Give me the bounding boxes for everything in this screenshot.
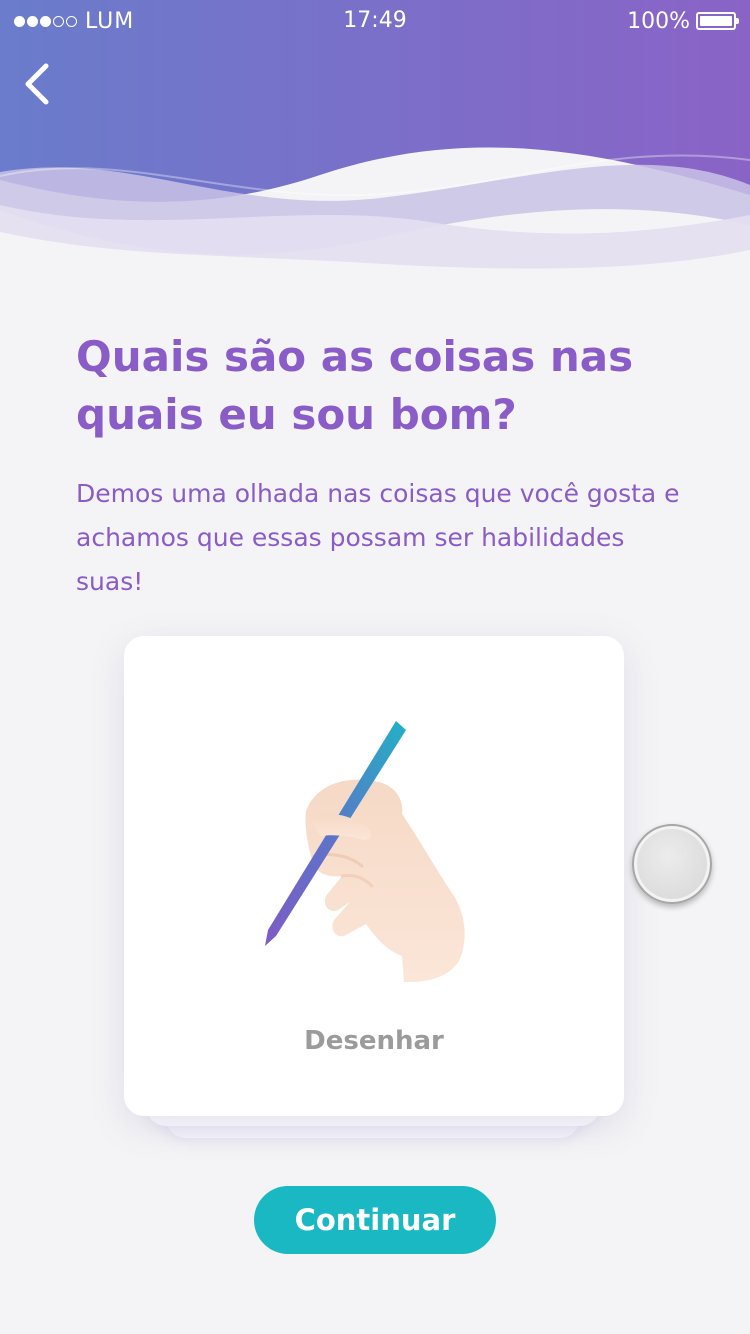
page-description: Demos uma olhada nas coisas que você gos…: [76, 479, 680, 596]
card-label: Desenhar: [304, 1026, 444, 1056]
hand-drawing-pencil-icon: [254, 706, 494, 996]
chevron-left-icon: [25, 63, 49, 105]
battery-icon: [696, 12, 739, 30]
page-title: Quais são as coisas nas quais eu sou bom…: [76, 332, 634, 439]
continue-button[interactable]: Continuar: [254, 1186, 496, 1254]
battery-status: 100%: [627, 8, 739, 34]
battery-percentage: 100%: [627, 8, 690, 34]
back-button[interactable]: [14, 56, 64, 112]
touch-indicator: [632, 824, 712, 904]
status-bar: LUM 17:49 100%: [0, 0, 750, 42]
skill-card[interactable]: Desenhar: [124, 636, 624, 1116]
header-background: [0, 0, 750, 290]
